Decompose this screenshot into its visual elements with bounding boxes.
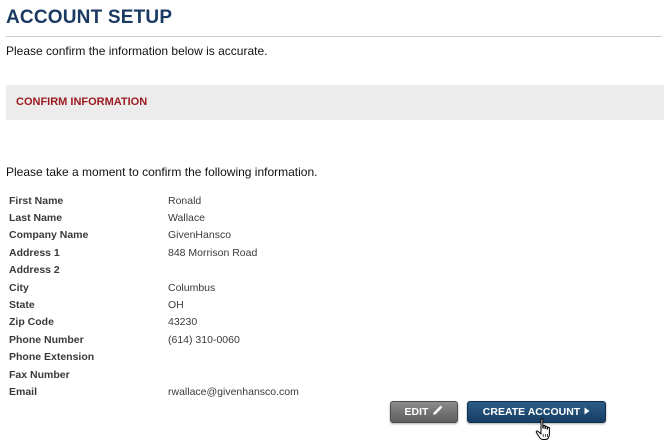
edit-button[interactable]: EDIT: [390, 401, 458, 423]
field-value: GivenHansco: [168, 229, 232, 242]
table-row: State OH: [9, 296, 299, 313]
field-value: OH: [168, 299, 184, 312]
field-value: Ronald: [168, 194, 202, 207]
field-value: rwallace@givenhansco.com: [168, 385, 299, 398]
field-value: [168, 349, 299, 366]
field-value: Columbus: [168, 281, 216, 294]
title-divider: [6, 36, 662, 37]
table-row: Phone Number (614) 310-0060: [9, 331, 299, 348]
table-row: Fax Number: [9, 366, 299, 383]
field-value: [168, 366, 299, 383]
table-row: City Columbus: [9, 279, 299, 296]
confirmation-table: First Name Ronald Last Name Wallace Comp…: [9, 192, 299, 401]
field-label: Zip Code: [9, 316, 54, 329]
field-label: Phone Extension: [9, 351, 95, 364]
table-row: Last Name Wallace: [9, 209, 299, 226]
field-value: [168, 262, 299, 279]
table-row: Email rwallace@givenhansco.com: [9, 383, 299, 400]
field-label: Last Name: [9, 212, 63, 225]
table-row: Address 2: [9, 262, 299, 279]
field-label: Address 1: [9, 246, 60, 259]
field-label: Phone Number: [9, 333, 84, 346]
field-label: State: [9, 299, 35, 312]
edit-button-label: EDIT: [404, 406, 429, 418]
page-title: ACCOUNT SETUP: [6, 7, 173, 28]
field-value: 848 Morrison Road: [168, 246, 258, 259]
confirm-prompt: Please take a moment to confirm the foll…: [6, 165, 318, 179]
field-value: Wallace: [168, 212, 205, 225]
create-account-button-label: CREATE ACCOUNT: [482, 406, 581, 418]
field-label: Fax Number: [9, 368, 70, 381]
field-label: Address 2: [9, 264, 60, 277]
field-value: (614) 310-0060: [168, 333, 240, 346]
field-label: Email: [9, 385, 38, 398]
field-label: Company Name: [9, 229, 89, 242]
table-row: Zip Code 43230: [9, 314, 299, 331]
table-row: Address 1 848 Morrison Road: [9, 244, 299, 261]
field-label: City: [9, 281, 29, 294]
pencil-icon: [432, 405, 443, 419]
arrow-right-icon: [584, 406, 590, 418]
table-row: Company Name GivenHansco: [9, 227, 299, 244]
intro-text: Please confirm the information below is …: [6, 44, 268, 58]
account-setup-page: ACCOUNT SETUP Please confirm the informa…: [0, 0, 664, 443]
field-label: First Name: [9, 194, 64, 207]
field-value: 43230: [168, 316, 198, 329]
hand-pointer-icon: [535, 418, 555, 442]
confirm-section-header: CONFIRM INFORMATION: [6, 85, 664, 120]
section-title: CONFIRM INFORMATION: [16, 96, 148, 108]
table-row: Phone Extension: [9, 349, 299, 366]
table-row: First Name Ronald: [9, 192, 299, 209]
